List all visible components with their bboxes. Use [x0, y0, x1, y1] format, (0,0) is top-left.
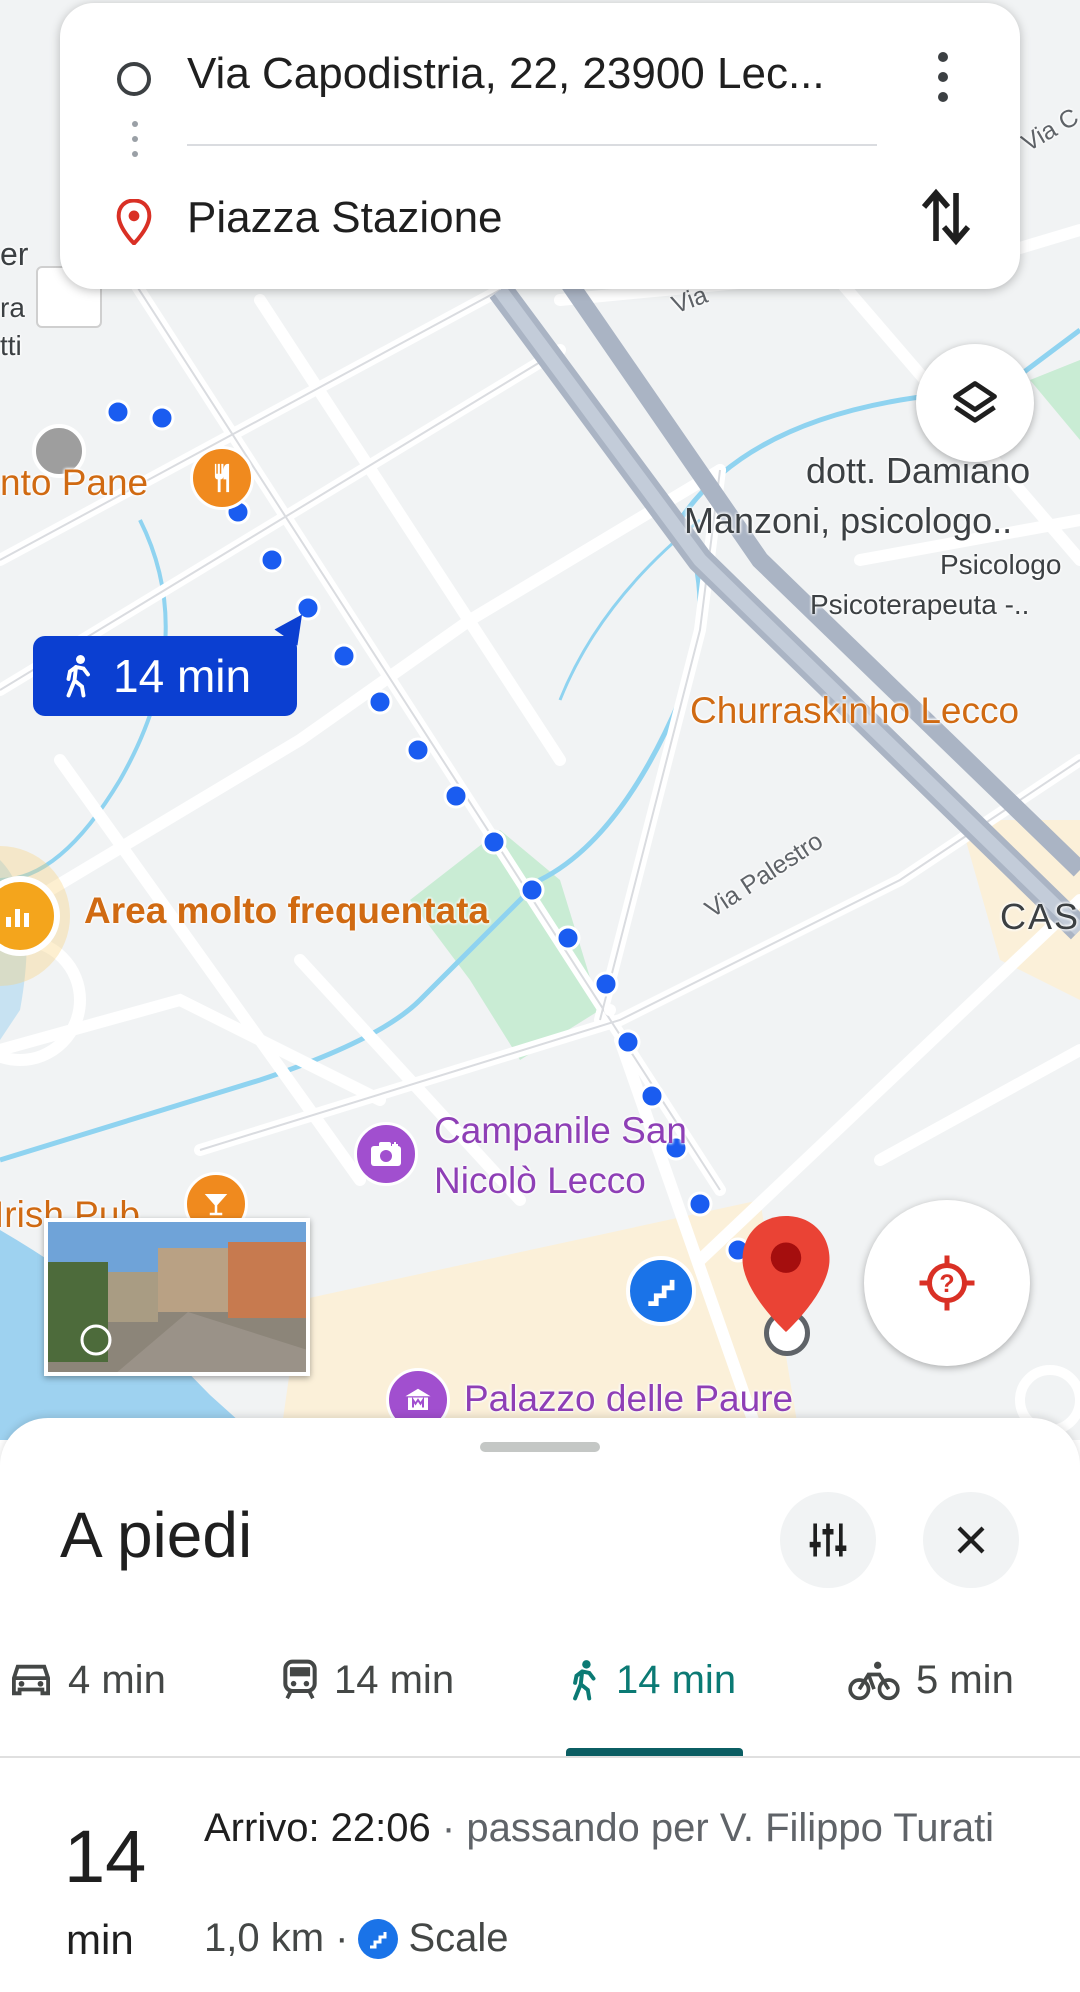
close-icon — [957, 1526, 985, 1554]
layers-button[interactable] — [916, 344, 1034, 462]
tab-bike[interactable]: 5 min — [846, 1630, 1014, 1730]
transit-icon — [283, 1659, 317, 1700]
more-vert-icon — [938, 52, 948, 102]
route-options-button[interactable] — [780, 1492, 876, 1588]
destination-input[interactable]: Piazza Stazione — [187, 193, 503, 243]
poi-partial-er: er — [0, 236, 29, 272]
tab-walk-label: 14 min — [616, 1657, 737, 1702]
walk-chip-label: 14 min — [113, 650, 252, 702]
map-view[interactable]: er ra tti nto Pane dott. Damiano Manzoni… — [0, 0, 1080, 1440]
poi-partial-tti: tti — [0, 330, 22, 361]
walk-icon — [573, 1660, 596, 1701]
active-tab-indicator — [566, 1748, 743, 1756]
route-details: 1,0 km · Scale — [204, 1916, 509, 1961]
swap-icon — [921, 188, 971, 246]
destination-pin-icon[interactable] — [742, 1216, 830, 1332]
tab-transit[interactable]: 14 min — [280, 1630, 454, 1730]
origin-circle-icon — [117, 62, 151, 96]
walk-time-chip[interactable]: 14 min — [33, 636, 297, 716]
tab-bike-label: 5 min — [916, 1657, 1014, 1702]
street-view-thumbnail[interactable] — [44, 1218, 310, 1376]
location-target-icon: ? — [919, 1255, 975, 1311]
poi-restaurant-label[interactable]: nto Pane — [0, 462, 148, 504]
area-cas-label: CAS — [1000, 896, 1080, 937]
travel-mode-tabs: 4 min 14 min 14 min 5 min — [0, 1630, 1080, 1738]
route-connector — [132, 121, 138, 166]
bike-icon — [848, 1661, 900, 1701]
layers-icon — [953, 381, 997, 423]
origin-input[interactable]: Via Capodistria, 22, 23900 Lec... — [187, 49, 825, 99]
swap-button[interactable] — [918, 185, 974, 249]
tune-icon — [809, 1523, 847, 1557]
route-distance: 1,0 km · — [204, 1916, 349, 1960]
route-feature: Scale — [408, 1916, 509, 1960]
search-divider — [187, 144, 877, 146]
close-button[interactable] — [923, 1492, 1019, 1588]
directions-bottom-sheet: A piedi 4 min 14 min 14 min 5 min 14 min… — [0, 1418, 1080, 1992]
poi-campanile-line2[interactable]: Nicolò Lecco — [434, 1160, 646, 1202]
poi-campanile-line1[interactable]: Campanile San — [434, 1110, 687, 1152]
poi-psychologist-line2[interactable]: Manzoni, psicologo.. — [684, 500, 1012, 542]
poi-palazzo[interactable]: Palazzo delle Paure — [464, 1378, 793, 1420]
stairs-icon — [358, 1918, 399, 1959]
camera-icon[interactable] — [354, 1122, 418, 1186]
poi-psychologist-line3: Psicologo — [940, 549, 1062, 580]
stairs-icon[interactable] — [626, 1256, 696, 1326]
tab-car-label: 4 min — [68, 1657, 166, 1702]
sheet-drag-handle[interactable] — [480, 1442, 600, 1452]
walk-icon — [66, 655, 90, 698]
arrival-time: Arrivo: 22:06 — [204, 1806, 431, 1850]
more-options-button[interactable] — [928, 49, 958, 105]
route-summary[interactable]: Arrivo: 22:06 · passando per V. Filippo … — [204, 1802, 1024, 1854]
route-duration-number: 14 — [64, 1815, 147, 1898]
route-via: · passando per V. Filippo Turati — [430, 1806, 995, 1850]
directions-search-card: Via Capodistria, 22, 23900 Lec... Piazza… — [60, 3, 1020, 289]
sheet-title: A piedi — [60, 1499, 253, 1571]
tab-transit-label: 14 min — [334, 1657, 455, 1702]
street-view-image — [48, 1222, 306, 1372]
my-location-button[interactable]: ? — [864, 1200, 1030, 1366]
destination-small-pin-icon — [116, 199, 152, 245]
car-icon — [12, 1664, 50, 1696]
poi-churraskinho[interactable]: Churraskinho Lecco — [690, 690, 1019, 732]
svg-text:?: ? — [939, 1270, 954, 1298]
tab-car[interactable]: 4 min — [8, 1630, 166, 1730]
poi-busy-area[interactable]: Area molto frequentata — [84, 890, 489, 932]
tab-walk[interactable]: 14 min — [568, 1630, 736, 1730]
route-duration-unit: min — [66, 1916, 134, 1963]
poi-partial-ra: ra — [0, 292, 25, 323]
restaurant-icon[interactable] — [190, 446, 254, 510]
sheet-separator — [0, 1756, 1080, 1758]
poi-psychologist-line4: Psicoterapeuta -.. — [810, 589, 1030, 620]
